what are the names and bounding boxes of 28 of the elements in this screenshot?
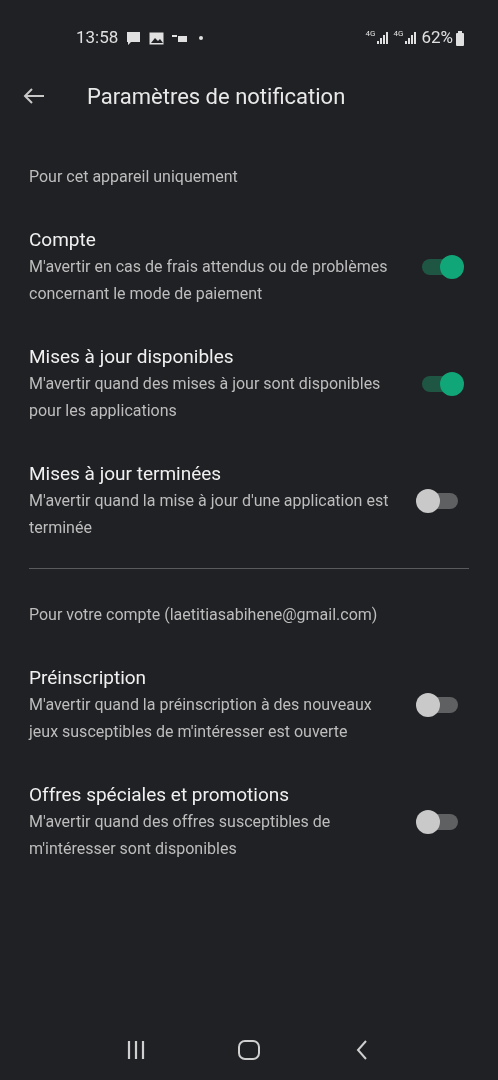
signal-icon [405,32,418,44]
network-label: 4G [393,28,404,40]
message-icon [126,30,142,46]
setting-title: Préinscription [29,665,148,691]
battery-icon [456,30,464,46]
setting-description: M'avertir quand des mises à jour sont disponibles pour les applications [29,373,382,422]
image-icon [149,31,165,45]
home-icon [238,1040,260,1060]
home-button[interactable] [237,1038,261,1062]
signal-icon [377,32,390,44]
network-label: 4G [365,28,376,40]
setting-description: M'avertir quand la mise à jour d'une application est terminée [29,490,390,539]
section-header: Pour cet appareil uniquement [28,166,239,188]
setting-title: Offres spéciales et promotions [29,782,291,808]
status-icon [172,33,188,43]
setting-title: Mises à jour disponibles [29,344,235,370]
recent-apps-icon [126,1041,147,1059]
setting-description: M'avertir en cas de frais attendus ou de problèmes concernant le mode de paiement [29,256,389,305]
setting-description: M'avertir quand la préinscription à des nouveaux jeux susceptibles de m'intéresser est ouverte [29,694,373,743]
setting-title: Mises à jour terminées [29,461,223,487]
page-title: Paramètres de notification [87,82,346,111]
battery-level: 62% [421,26,453,50]
back-icon [355,1040,368,1060]
status-time: 13:58 [76,26,119,50]
setting-title: Compte [29,227,97,253]
setting-description: M'avertir quand des offres susceptibles de m'intéresser sont disponibles [29,811,332,860]
back-arrow-icon [23,87,45,105]
section-header: Pour votre compte (laetitiasabihene@gmail.com) [28,604,379,626]
